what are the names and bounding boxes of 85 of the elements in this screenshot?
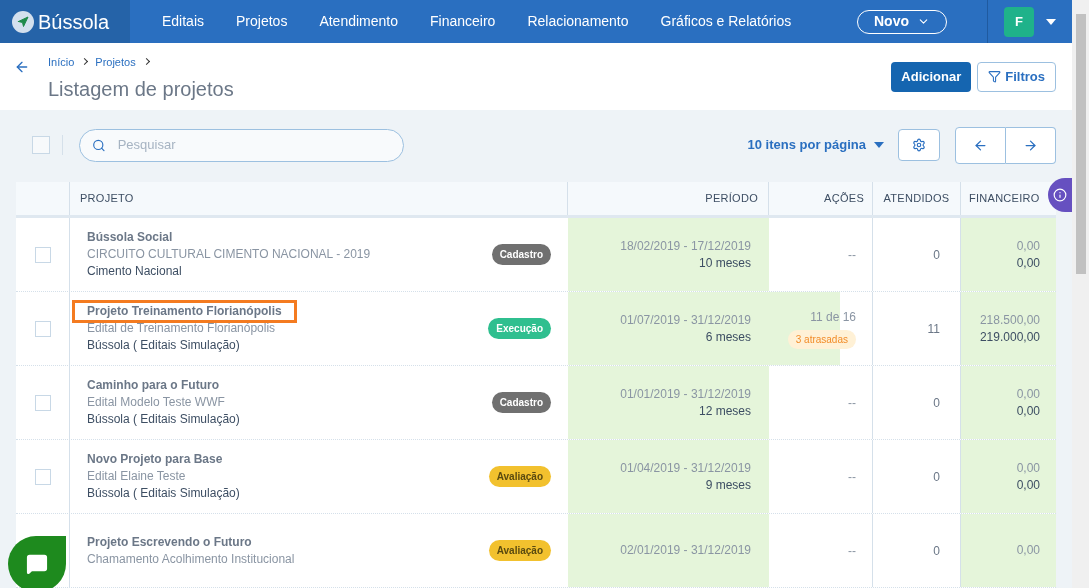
period-dates: 01/01/2019 - 31/12/2019 <box>620 385 751 403</box>
column-header[interactable]: ATENDIDOS <box>883 190 950 207</box>
breadcrumb-link[interactable]: Projetos <box>95 53 136 71</box>
user-avatar[interactable]: F <box>1004 6 1034 37</box>
settings-button[interactable] <box>898 129 940 162</box>
period-duration: 10 meses <box>698 254 751 272</box>
financial-executed: 0,00 <box>1016 476 1040 494</box>
project-title[interactable]: Bússola Social <box>72 226 188 249</box>
settings-icon <box>912 138 926 153</box>
financial-planned: 0,00 <box>1016 237 1040 255</box>
search-input[interactable]: Pesquisar <box>117 135 391 155</box>
status-badge: Cadastro <box>491 392 551 413</box>
nav-link[interactable]: Gráficos e Relatórios <box>660 11 792 33</box>
previous-page-button[interactable] <box>955 126 1006 164</box>
column-header[interactable]: FINANCEIRO <box>969 190 1040 207</box>
project-title[interactable]: Projeto Treinamento Florianópolis <box>72 300 297 323</box>
attended-count: 0 <box>933 394 940 412</box>
nav-link[interactable]: Atendimento <box>319 11 398 33</box>
organization-name: Bússola ( Editais Simulação) <box>87 411 240 428</box>
status-badge: Execução <box>488 318 551 339</box>
project-title[interactable]: Novo Projeto para Base <box>72 448 238 471</box>
status-badge: Avaliação <box>488 466 551 487</box>
financial-planned: 218.500,00 <box>979 311 1040 329</box>
status-badge: Avaliação <box>488 540 551 561</box>
actions-count: 11 de 16 <box>810 309 856 326</box>
breadcrumb-link[interactable]: Início <box>48 53 75 71</box>
column-header[interactable]: PERÍODO <box>705 190 758 207</box>
column-header[interactable]: AÇÕES <box>824 190 864 207</box>
attended-count: 0 <box>933 468 940 486</box>
actions-count: -- <box>848 394 856 412</box>
filter-icon <box>988 70 1002 84</box>
edital-name: Edital de Treinamento Florianópolis <box>87 320 277 337</box>
financial-planned: 0,00 <box>1016 459 1040 477</box>
caret-icon[interactable] <box>1046 18 1056 25</box>
edital-name: Edital Elaine Teste <box>87 468 187 485</box>
edital-name: CIRCUITO CULTURAL CIMENTO NACIONAL - 2019 <box>87 246 371 263</box>
compass-logo-icon <box>12 10 34 33</box>
column-header[interactable]: PROJETO <box>80 190 134 207</box>
actions-count: -- <box>848 246 856 264</box>
items-per-page-dropdown[interactable]: 10 itens por página <box>747 135 884 155</box>
attended-count: 11 <box>927 320 940 338</box>
page-title: Listagem de projetos <box>48 77 234 103</box>
filters-button[interactable]: Filtros <box>977 61 1056 92</box>
late-badge: 3 atrasadas <box>787 330 856 349</box>
financial-executed: 219.000,00 <box>979 328 1040 346</box>
period-dates: 02/01/2019 - 31/12/2019 <box>620 542 751 559</box>
nav-link[interactable]: Editais <box>162 11 205 33</box>
project-title[interactable]: Caminho para o Futuro <box>72 374 234 397</box>
organization-name: Cimento Nacional <box>87 263 183 280</box>
status-badge: Cadastro <box>491 244 551 265</box>
attended-count: 0 <box>933 542 940 560</box>
row-checkbox[interactable] <box>34 468 51 485</box>
row-checkbox[interactable] <box>34 246 51 263</box>
edital-name: Edital Modelo Teste WWF <box>87 394 226 411</box>
select-all-checkbox[interactable] <box>32 136 50 155</box>
row-checkbox[interactable] <box>34 394 51 411</box>
chat-icon <box>26 553 48 575</box>
period-dates: 01/04/2019 - 31/12/2019 <box>620 459 751 477</box>
period-duration: 6 meses <box>705 328 751 346</box>
attended-count: 0 <box>933 246 940 264</box>
period-dates: 01/07/2019 - 31/12/2019 <box>620 311 751 329</box>
actions-count: -- <box>848 542 856 560</box>
nav-link[interactable]: Relacionamento <box>527 11 629 33</box>
period-duration: 12 meses <box>698 402 751 420</box>
organization-name: Bússola ( Editais Simulação) <box>87 485 240 502</box>
nav-link[interactable]: Projetos <box>236 11 288 33</box>
search-field[interactable]: Pesquisar <box>79 128 404 162</box>
nav-link[interactable]: Financeiro <box>430 11 496 33</box>
chat-button[interactable] <box>8 536 66 588</box>
next-page-button[interactable] <box>1006 126 1056 164</box>
arrow-right-icon <box>1023 137 1038 153</box>
financial-planned: 0,00 <box>1016 385 1040 403</box>
scrollbar[interactable] <box>1072 0 1089 588</box>
info-button[interactable] <box>1048 178 1072 212</box>
info-icon <box>1053 188 1067 202</box>
financial-planned: 0,00 <box>1016 542 1040 559</box>
period-dates: 18/02/2019 - 17/12/2019 <box>620 237 751 255</box>
add-button[interactable]: Adicionar <box>891 61 972 92</box>
actions-count: -- <box>848 468 856 486</box>
financial-executed: 0,00 <box>1016 402 1040 420</box>
period-duration: 9 meses <box>705 476 751 494</box>
search-icon <box>92 137 106 153</box>
organization-name: Bússola ( Editais Simulação) <box>87 337 241 354</box>
financial-executed: 0,00 <box>1016 254 1040 272</box>
row-checkbox[interactable] <box>34 320 51 337</box>
